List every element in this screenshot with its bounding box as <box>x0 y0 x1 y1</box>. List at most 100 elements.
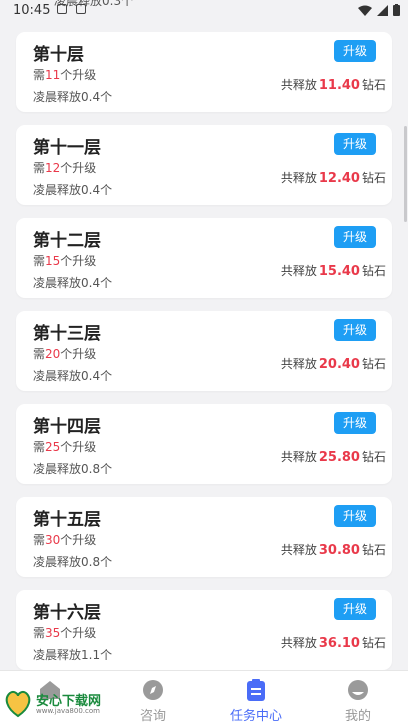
upgrade-button[interactable]: 升级 <box>334 133 376 155</box>
level-card: 第十四层 需25个升级 凌晨释放0.8个 升级 共释放 25.80 钻石 <box>16 404 392 484</box>
upgrade-button[interactable]: 升级 <box>334 598 376 620</box>
watermark-url: www.java800.com <box>36 707 100 715</box>
total-release: 共释放 36.10 钻石 <box>281 634 386 651</box>
requirement-prefix: 需 <box>33 440 46 454</box>
total-amount: 25.80 <box>318 450 360 465</box>
upgrade-button[interactable]: 升级 <box>334 505 376 527</box>
requirement-suffix: 个升级 <box>60 626 97 640</box>
level-card: 第十三层 需20个升级 凌晨释放0.4个 升级 共释放 20.40 钻石 <box>16 311 392 391</box>
level-title: 第十四层 <box>33 417 101 437</box>
total-suffix: 钻石 <box>361 357 386 371</box>
total-amount: 15.40 <box>318 264 360 279</box>
total-release: 共释放 20.40 钻石 <box>281 355 386 372</box>
level-list: 第十层 需11个升级 凌晨释放0.4个 升级 共释放 11.40 钻石 第十一层 需12个升级凌… <box>16 32 392 683</box>
level-title: 第十五层 <box>33 510 101 530</box>
total-release: 共释放 11.40 钻石 <box>281 76 386 93</box>
requirement-prefix: 需 <box>33 626 46 640</box>
upgrade-button[interactable]: 升级 <box>334 319 376 341</box>
total-prefix: 共释放 <box>280 450 317 464</box>
upgrade-button[interactable]: 升级 <box>334 226 376 248</box>
upgrade-requirement: 需15个升级 <box>33 252 96 269</box>
requirement-count: 11 <box>45 68 61 82</box>
requirement-count: 35 <box>45 626 61 640</box>
status-time: 10:45 <box>13 3 51 18</box>
tab-consult[interactable]: 咨询 <box>103 671 203 726</box>
requirement-count: 30 <box>45 533 61 547</box>
upgrade-requirement: 需12个升级 <box>33 159 96 176</box>
requirement-prefix: 需 <box>33 161 46 175</box>
battery-icon <box>393 4 400 16</box>
level-title: 第十六层 <box>33 603 101 623</box>
upgrade-button[interactable]: 升级 <box>334 412 376 434</box>
compass-icon <box>143 680 163 700</box>
daily-release-text: 凌晨释放1.1个 <box>33 648 113 662</box>
requirement-suffix: 个升级 <box>60 68 97 82</box>
notification-icon <box>57 4 67 14</box>
tab-label: 咨询 <box>139 709 166 724</box>
total-prefix: 共释放 <box>280 171 317 185</box>
upgrade-requirement: 需25个升级 <box>33 438 96 455</box>
total-release: 共释放 12.40 钻石 <box>281 169 386 186</box>
tab-mine[interactable]: 我的 <box>308 671 408 726</box>
requirement-prefix: 需 <box>33 347 46 361</box>
total-prefix: 共释放 <box>280 636 317 650</box>
requirement-suffix: 个升级 <box>60 440 97 454</box>
level-card: 第十一层 需12个升级 凌晨释放0.4个 升级 共释放 12.40 钻石 <box>16 125 392 205</box>
watermark: 安心下载网 www.java800.com <box>4 686 104 722</box>
signal-icon <box>377 4 388 16</box>
total-prefix: 共释放 <box>280 357 317 371</box>
upgrade-button[interactable]: 升级 <box>334 40 376 62</box>
requirement-count: 20 <box>45 347 61 361</box>
level-card: 第十二层 需15个升级 凌晨释放0.4个 升级 共释放 15.40 钻石 <box>16 218 392 298</box>
requirement-prefix: 需 <box>33 533 46 547</box>
status-bar: 凌晨释放0.3个 10:45 <box>0 0 408 22</box>
requirement-suffix: 个升级 <box>60 254 97 268</box>
daily-release-text: 凌晨释放0.8个 <box>33 555 113 569</box>
total-prefix: 共释放 <box>280 264 317 278</box>
total-amount: 11.40 <box>318 78 360 93</box>
notification-icon <box>76 4 86 14</box>
requirement-suffix: 个升级 <box>60 161 97 175</box>
profile-icon <box>348 680 368 700</box>
tab-task-center[interactable]: 任务中心 <box>206 671 306 726</box>
level-title: 第十一层 <box>33 138 101 158</box>
upgrade-requirement: 需30个升级 <box>33 531 96 548</box>
total-suffix: 钻石 <box>361 264 386 278</box>
daily-release-text: 凌晨释放0.4个 <box>33 183 113 197</box>
total-suffix: 钻石 <box>361 171 386 185</box>
total-amount: 12.40 <box>318 171 360 186</box>
upgrade-requirement: 需11个升级 <box>33 66 96 83</box>
total-release: 共释放 30.80 钻石 <box>281 541 386 558</box>
daily-release-text: 凌晨释放0.4个 <box>33 369 113 383</box>
level-card: 第十层 需11个升级 凌晨释放0.4个 升级 共释放 11.40 钻石 <box>16 32 392 112</box>
level-title: 第十三层 <box>33 324 101 344</box>
level-title: 第十二层 <box>33 231 101 251</box>
total-suffix: 钻石 <box>361 78 386 92</box>
total-release: 共释放 25.80 钻石 <box>281 448 386 465</box>
requirement-count: 12 <box>45 161 61 175</box>
level-title: 第十层 <box>33 45 84 65</box>
total-amount: 20.40 <box>318 357 360 372</box>
total-suffix: 钻石 <box>361 636 386 650</box>
total-prefix: 共释放 <box>280 543 317 557</box>
requirement-count: 15 <box>45 254 61 268</box>
total-prefix: 共释放 <box>280 78 317 92</box>
total-release: 共释放 15.40 钻石 <box>281 262 386 279</box>
requirement-suffix: 个升级 <box>60 347 97 361</box>
total-amount: 36.10 <box>318 636 360 651</box>
wifi-icon <box>358 5 372 16</box>
scrollbar[interactable] <box>404 126 407 222</box>
requirement-prefix: 需 <box>33 254 46 268</box>
requirement-prefix: 需 <box>33 68 46 82</box>
total-suffix: 钻石 <box>361 543 386 557</box>
tab-label: 任务中心 <box>229 709 282 724</box>
requirement-suffix: 个升级 <box>60 533 97 547</box>
tab-label: 我的 <box>344 709 371 724</box>
requirement-count: 25 <box>45 440 61 454</box>
total-amount: 30.80 <box>318 543 360 558</box>
upgrade-requirement: 需35个升级 <box>33 624 96 641</box>
status-indicators <box>358 4 400 16</box>
upgrade-requirement: 需20个升级 <box>33 345 96 362</box>
daily-release-text: 凌晨释放0.4个 <box>33 90 113 104</box>
daily-release-text: 凌晨释放0.8个 <box>33 462 113 476</box>
